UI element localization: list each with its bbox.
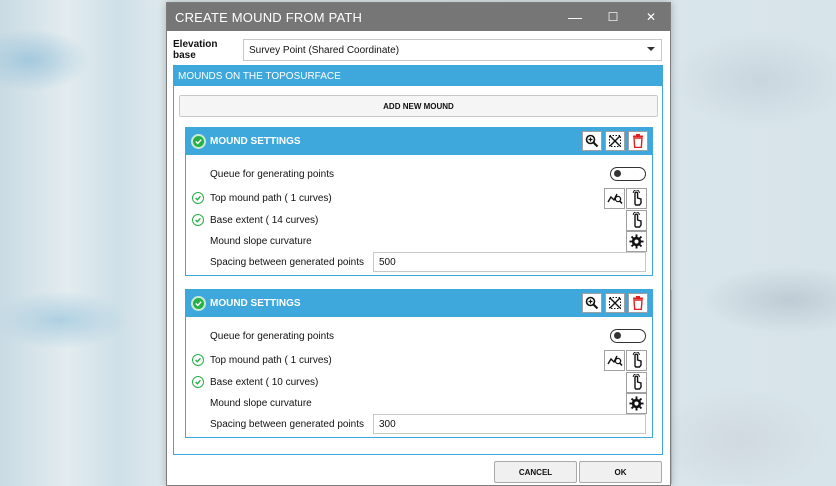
pick-hand-icon xyxy=(632,212,642,228)
top-path-row: Top mound path ( 1 curves) xyxy=(186,349,652,371)
zoom-icon xyxy=(585,296,599,310)
mound-card-title: MOUND SETTINGS xyxy=(210,298,301,309)
queue-label: Queue for generating points xyxy=(210,330,334,342)
slope-label: Mound slope curvature xyxy=(210,235,312,247)
gear-icon xyxy=(629,395,644,411)
spacing-row: Spacing between generated points 500 xyxy=(186,252,652,272)
delete-icon xyxy=(633,296,643,310)
elevation-base-value: Survey Point (Shared Coordinate) xyxy=(249,44,400,56)
delete-mound-button[interactable] xyxy=(628,131,648,151)
select-points-icon xyxy=(609,135,621,147)
base-extent-row: Base extent ( 10 curves) xyxy=(186,371,652,393)
slope-row: Mound slope curvature xyxy=(186,392,652,414)
minimize-button[interactable]: — xyxy=(556,3,594,31)
slope-row: Mound slope curvature xyxy=(186,230,652,252)
select-points-button[interactable] xyxy=(605,293,625,313)
pick-base-extent-button[interactable] xyxy=(626,209,647,231)
check-icon xyxy=(192,192,204,204)
slope-settings-button[interactable] xyxy=(626,230,647,252)
spacing-row: Spacing between generated points 300 xyxy=(186,414,652,434)
spacing-label: Spacing between generated points xyxy=(210,418,365,430)
check-icon xyxy=(191,296,206,311)
path-zoom-icon xyxy=(606,355,623,367)
spacing-label: Spacing between generated points xyxy=(210,256,365,268)
mound-card: MOUND SETTINGS Queue for generating poin… xyxy=(185,289,653,438)
maximize-button[interactable]: ☐ xyxy=(594,3,632,31)
title-bar: CREATE MOUND FROM PATH — ☐ ✕ xyxy=(167,3,670,31)
base-extent-label: Base extent ( 14 curves) xyxy=(210,214,319,226)
zoom-icon xyxy=(585,134,599,148)
queue-row: Queue for generating points xyxy=(186,164,652,184)
queue-toggle[interactable] xyxy=(610,167,646,181)
add-new-mound-button[interactable]: ADD NEW MOUND xyxy=(179,95,658,117)
create-mound-dialog: CREATE MOUND FROM PATH — ☐ ✕ Elevation b… xyxy=(166,2,671,486)
cancel-button[interactable]: CANCEL xyxy=(494,461,577,483)
mound-card: MOUND SETTINGS Queue for generating poin… xyxy=(185,127,653,276)
mound-card-header: MOUND SETTINGS xyxy=(186,128,652,155)
zoom-button[interactable] xyxy=(582,131,602,151)
pick-hand-icon xyxy=(632,190,642,206)
slope-label: Mound slope curvature xyxy=(210,397,312,409)
mound-card-title: MOUND SETTINGS xyxy=(210,136,301,147)
elevation-base-label: Elevation base xyxy=(173,39,218,61)
check-icon xyxy=(192,376,204,388)
delete-mound-button[interactable] xyxy=(628,293,648,313)
spacing-input[interactable]: 500 xyxy=(373,252,646,272)
pick-base-extent-button[interactable] xyxy=(626,371,647,393)
pick-hand-icon xyxy=(632,352,642,368)
window-title: CREATE MOUND FROM PATH xyxy=(175,9,363,25)
toggle-knob xyxy=(614,332,621,339)
zoom-button[interactable] xyxy=(582,293,602,313)
zoom-path-button[interactable] xyxy=(604,349,625,371)
toggle-knob xyxy=(614,170,621,177)
check-icon xyxy=(192,214,204,226)
zoom-path-button[interactable] xyxy=(604,187,625,209)
pick-top-path-button[interactable] xyxy=(626,349,647,371)
spacing-input[interactable]: 300 xyxy=(373,414,646,434)
delete-icon xyxy=(633,134,643,148)
pick-top-path-button[interactable] xyxy=(626,187,647,209)
pick-hand-icon xyxy=(632,374,642,390)
select-points-icon xyxy=(609,297,621,309)
queue-toggle[interactable] xyxy=(610,329,646,343)
mound-card-header: MOUND SETTINGS xyxy=(186,290,652,317)
queue-row: Queue for generating points xyxy=(186,326,652,346)
check-icon xyxy=(192,354,204,366)
top-path-label: Top mound path ( 1 curves) xyxy=(210,192,332,204)
close-button[interactable]: ✕ xyxy=(632,3,670,31)
path-zoom-icon xyxy=(606,193,623,205)
select-points-button[interactable] xyxy=(605,131,625,151)
ok-button[interactable]: OK xyxy=(579,461,662,483)
check-icon xyxy=(191,134,206,149)
mounds-panel: MOUNDS ON THE TOPOSURFACE ADD NEW MOUND … xyxy=(173,65,663,455)
slope-settings-button[interactable] xyxy=(626,392,647,414)
elevation-base-select[interactable]: Survey Point (Shared Coordinate) xyxy=(243,39,662,61)
top-path-label: Top mound path ( 1 curves) xyxy=(210,354,332,366)
gear-icon xyxy=(629,233,644,249)
base-extent-label: Base extent ( 10 curves) xyxy=(210,376,319,388)
base-extent-row: Base extent ( 14 curves) xyxy=(186,209,652,231)
chevron-down-icon xyxy=(647,47,655,51)
top-path-row: Top mound path ( 1 curves) xyxy=(186,187,652,209)
elevation-base-row: Elevation base Survey Point (Shared Coor… xyxy=(173,39,662,61)
mounds-panel-header: MOUNDS ON THE TOPOSURFACE xyxy=(174,66,662,86)
queue-label: Queue for generating points xyxy=(210,168,334,180)
